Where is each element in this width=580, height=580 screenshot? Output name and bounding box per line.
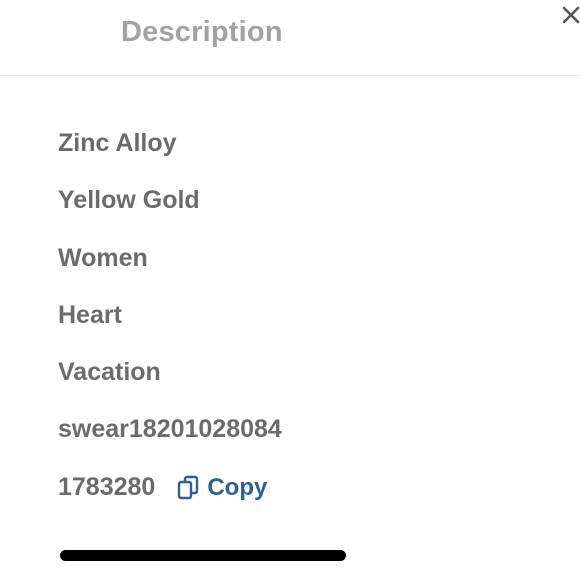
- detail-shape: Heart: [58, 301, 122, 329]
- close-icon: [560, 2, 580, 24]
- copy-button[interactable]: Copy: [177, 474, 267, 502]
- detail-occasion: Vacation: [58, 358, 161, 386]
- detail-material: Zinc Alloy: [58, 129, 177, 157]
- close-button[interactable]: [560, 2, 580, 32]
- copy-label: Copy: [207, 473, 268, 501]
- sheet-title: Description: [121, 16, 283, 48]
- copy-icon: [177, 475, 199, 501]
- sheet-header: Description: [0, 0, 580, 76]
- detail-color: Yellow Gold: [58, 186, 200, 214]
- detail-sku: swear18201028084: [58, 415, 282, 443]
- detail-item-number-row: 1783280 Copy: [58, 473, 267, 502]
- home-indicator: [60, 550, 346, 561]
- detail-item-number: 1783280: [58, 473, 156, 501]
- detail-department: Women: [58, 244, 148, 272]
- description-sheet: Description Zinc Alloy Yellow Gold Women…: [0, 0, 580, 580]
